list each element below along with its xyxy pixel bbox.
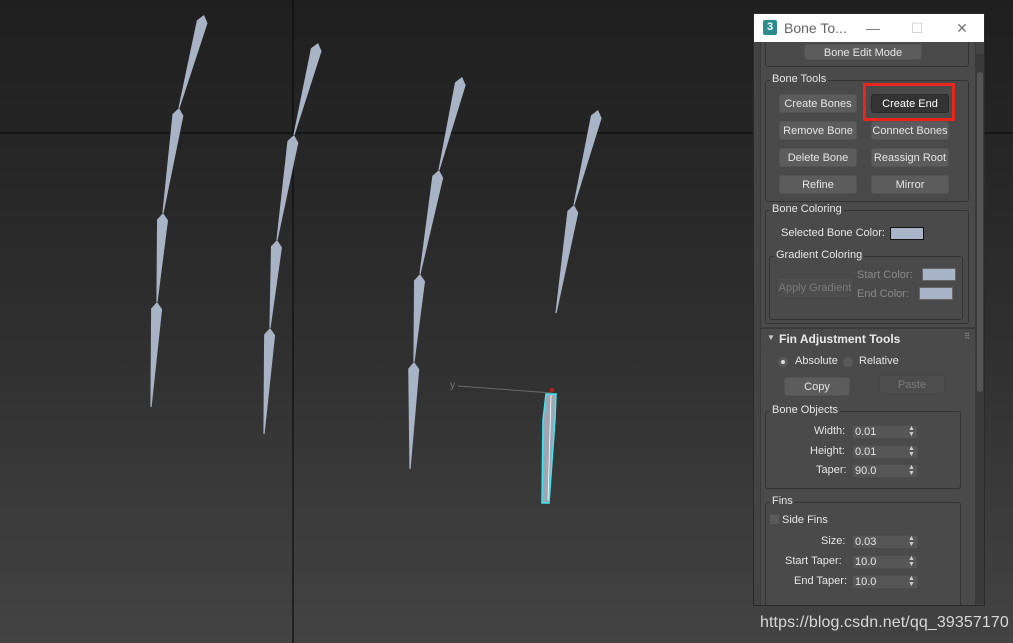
fin-adjustment-tools-title: Fin Adjustment Tools bbox=[779, 332, 901, 346]
bone-tools-dialog: 3 Bone To... — ☐ ✕ Bone Edit Mode Bone T… bbox=[753, 13, 985, 606]
scrollbar-thumb[interactable] bbox=[977, 72, 983, 392]
minimize-button[interactable]: — bbox=[858, 17, 888, 39]
selected-bone-color-label: Selected Bone Color: bbox=[781, 227, 885, 239]
side-fins-checkbox[interactable] bbox=[769, 514, 780, 525]
side-fins-label: Side Fins bbox=[782, 514, 828, 526]
start-color-label: Start Color: bbox=[857, 269, 913, 281]
bone-coloring-title: Bone Coloring bbox=[770, 203, 844, 215]
reassign-root-button[interactable]: Reassign Root bbox=[871, 148, 949, 167]
start-color-swatch[interactable] bbox=[922, 268, 956, 281]
mirror-button[interactable]: Mirror bbox=[871, 175, 949, 194]
refine-button[interactable]: Refine bbox=[779, 175, 857, 194]
bone[interactable] bbox=[276, 135, 299, 241]
taper-label: Taper: bbox=[816, 464, 847, 476]
selected-bone-color-swatch[interactable] bbox=[890, 227, 924, 240]
paste-button[interactable]: Paste bbox=[879, 375, 945, 394]
3dsmax-app-icon: 3 bbox=[763, 20, 777, 35]
bone-objects-title: Bone Objects bbox=[770, 404, 841, 416]
bone-tools-title: Bone Tools bbox=[770, 73, 829, 85]
spinner-arrows-icon[interactable]: ▲ ▼ bbox=[908, 575, 915, 588]
pivot-marker bbox=[550, 388, 554, 392]
relative-radio[interactable] bbox=[843, 357, 853, 367]
bone[interactable] bbox=[263, 328, 276, 435]
bone[interactable] bbox=[156, 213, 169, 303]
axis-label-y: y bbox=[450, 380, 455, 391]
fin-adjustment-tools-header[interactable]: ▼ Fin Adjustment Tools ⠿ bbox=[760, 328, 976, 350]
axis-gizmo-y-line bbox=[457, 385, 553, 394]
spinner-arrows-icon[interactable]: ▲ ▼ bbox=[908, 464, 915, 477]
create-bones-button[interactable]: Create Bones bbox=[779, 94, 857, 113]
bone[interactable] bbox=[150, 302, 163, 408]
start-taper-spinner[interactable]: 10.0 ▲ ▼ bbox=[852, 555, 918, 569]
bone-edit-mode-button[interactable]: Bone Edit Mode bbox=[804, 44, 922, 60]
dialog-scrollbar[interactable] bbox=[976, 54, 984, 604]
height-label: Height: bbox=[810, 445, 845, 457]
bone[interactable] bbox=[269, 240, 282, 329]
copy-button[interactable]: Copy bbox=[784, 377, 850, 396]
width-value[interactable]: 0.01 bbox=[855, 426, 876, 438]
close-button[interactable]: ✕ bbox=[947, 17, 977, 39]
taper-value[interactable]: 90.0 bbox=[855, 465, 876, 477]
end-color-label: End Color: bbox=[857, 288, 909, 300]
width-spinner[interactable]: 0.01 ▲ ▼ bbox=[852, 425, 918, 439]
bone[interactable] bbox=[162, 108, 184, 214]
end-taper-spinner[interactable]: 10.0 ▲ ▼ bbox=[852, 575, 918, 589]
size-value[interactable]: 0.03 bbox=[855, 536, 876, 548]
bone-edit-group: Bone Edit Mode bbox=[765, 42, 969, 67]
bone[interactable] bbox=[573, 110, 602, 206]
drag-grip-icon[interactable]: ⠿ bbox=[964, 332, 970, 341]
absolute-radio[interactable] bbox=[778, 357, 788, 367]
selected-bone[interactable] bbox=[541, 393, 557, 504]
gradient-coloring-title: Gradient Coloring bbox=[774, 249, 865, 261]
fin-adjustment-tools-rollout: Absolute Relative Copy Paste Bone Object… bbox=[760, 349, 976, 605]
end-taper-value[interactable]: 10.0 bbox=[855, 576, 876, 588]
bone-tools-group: Bone Tools Create Bones Create End Remov… bbox=[765, 73, 969, 202]
watermark-url: https://blog.csdn.net/qq_39357170 bbox=[760, 614, 1009, 631]
collapse-triangle-icon: ▼ bbox=[767, 333, 775, 342]
bone[interactable] bbox=[413, 274, 426, 363]
bone[interactable] bbox=[408, 362, 420, 470]
remove-bone-button[interactable]: Remove Bone bbox=[779, 121, 857, 140]
end-color-swatch[interactable] bbox=[919, 287, 953, 300]
bone[interactable] bbox=[178, 15, 208, 109]
apply-gradient-button[interactable]: Apply Gradient bbox=[776, 277, 854, 298]
taper-spinner[interactable]: 90.0 ▲ ▼ bbox=[852, 464, 918, 478]
fins-group: Fins Side Fins Size: 0.03 ▲ ▼ Start Taper:… bbox=[765, 495, 961, 605]
size-label: Size: bbox=[821, 535, 846, 547]
start-taper-value[interactable]: 10.0 bbox=[855, 556, 876, 568]
maximize-button[interactable]: ☐ bbox=[902, 17, 932, 39]
bone-objects-group: Bone Objects Width: 0.01 ▲ ▼ Height: 0.01 ▲… bbox=[765, 404, 961, 489]
highlight-annotation-box bbox=[863, 83, 955, 121]
start-taper-label: Start Taper: bbox=[785, 555, 842, 567]
gradient-coloring-group: Gradient Coloring Apply Gradient Start C… bbox=[769, 249, 963, 320]
size-spinner[interactable]: 0.03 ▲ ▼ bbox=[852, 535, 918, 549]
connect-bones-button[interactable]: Connect Bones bbox=[871, 121, 949, 140]
end-taper-label: End Taper: bbox=[794, 575, 848, 587]
bone[interactable] bbox=[555, 205, 579, 314]
spinner-arrows-icon[interactable]: ▲ ▼ bbox=[908, 555, 915, 568]
delete-bone-button[interactable]: Delete Bone bbox=[779, 148, 857, 167]
spinner-arrows-icon[interactable]: ▲ ▼ bbox=[908, 535, 915, 548]
dialog-titlebar[interactable]: 3 Bone To... — ☐ ✕ bbox=[754, 14, 984, 42]
bone-coloring-group: Bone Coloring Selected Bone Color: Gradi… bbox=[765, 203, 969, 324]
bone-editing-tools-rollout: Bone Edit Mode Bone Tools Create Bones C… bbox=[760, 42, 976, 328]
width-label: Width: bbox=[814, 425, 846, 437]
spinner-arrows-icon[interactable]: ▲ ▼ bbox=[908, 445, 915, 458]
bone[interactable] bbox=[293, 43, 322, 136]
dialog-content: Bone Edit Mode Bone Tools Create Bones C… bbox=[754, 42, 978, 605]
relative-label: Relative bbox=[859, 355, 899, 367]
height-value[interactable]: 0.01 bbox=[855, 446, 876, 458]
dialog-title: Bone To... bbox=[784, 20, 847, 36]
absolute-label: Absolute bbox=[795, 355, 838, 367]
bone[interactable] bbox=[419, 170, 444, 275]
spinner-arrows-icon[interactable]: ▲ ▼ bbox=[908, 425, 915, 438]
bone-chains bbox=[150, 15, 602, 504]
height-spinner[interactable]: 0.01 ▲ ▼ bbox=[852, 445, 918, 459]
fins-title: Fins bbox=[770, 495, 795, 507]
bone[interactable] bbox=[438, 77, 466, 171]
